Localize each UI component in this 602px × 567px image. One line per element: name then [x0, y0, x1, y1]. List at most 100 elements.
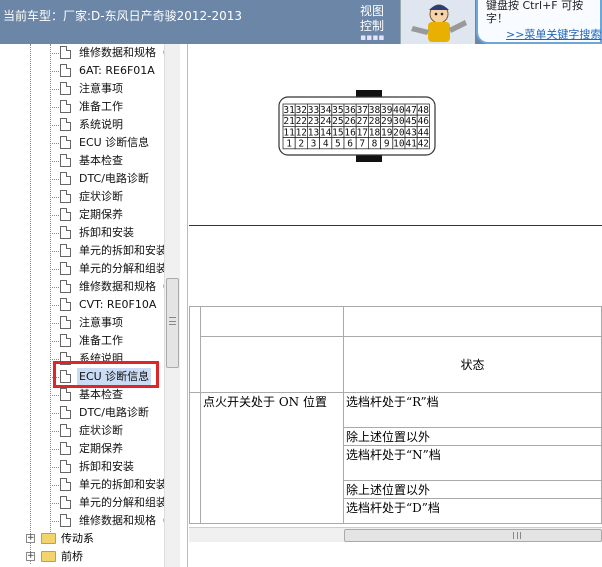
tree-connector-line — [50, 305, 59, 306]
condition-cell: 点火开关处于 ON 位置 — [200, 392, 344, 524]
shortcut-hint-panel: 键盘按 Ctrl+F 可按 字！ >>菜单关键字搜索 — [476, 0, 602, 44]
document-icon — [60, 280, 71, 293]
tree-item[interactable]: 症状诊断 — [60, 422, 170, 439]
horizontal-scroll-thumb[interactable] — [344, 529, 602, 542]
connector-pin-number: 11 — [283, 127, 295, 138]
connector-pin-number: 1 — [286, 139, 292, 150]
connector-pin-number: 28 — [369, 116, 381, 127]
tree-guide-line — [50, 44, 51, 544]
tree-category[interactable]: + 传动系 — [26, 530, 176, 548]
tree-item[interactable]: 单元的拆卸和安装 — [60, 476, 170, 493]
tree-connector-line — [50, 323, 59, 324]
tree-item[interactable]: 单元的拆卸和安装 — [60, 242, 170, 259]
tree-item[interactable]: 基本检查 — [60, 152, 170, 169]
state-cell: 选档杆处于“N”档 — [343, 445, 602, 481]
connector-pin-number: 6 — [347, 139, 353, 150]
tree-item[interactable]: 准备工作 — [60, 98, 170, 115]
tree-connector-line — [50, 413, 59, 414]
connector-pin-number: 13 — [308, 127, 319, 138]
connector-pin-number: 19 — [381, 127, 393, 138]
view-control-dots-icon: ▪▪▪▪ — [360, 33, 385, 43]
menu-keyword-search-link[interactable]: >>菜单关键字搜索 — [506, 26, 601, 42]
tree-item[interactable]: 基本检查 — [60, 386, 170, 403]
tree-item[interactable]: 6AT: RE6F01A — [60, 62, 170, 79]
connector-pin-number: 39 — [381, 105, 393, 116]
tree-item-label: 注意事项 — [79, 316, 123, 329]
document-icon — [60, 496, 71, 509]
tree-item[interactable]: 系统说明 — [60, 116, 170, 133]
expand-plus-icon[interactable]: + — [26, 552, 35, 561]
tree-item[interactable]: 定期保养 — [60, 206, 170, 223]
tree-connector-line — [50, 341, 59, 342]
tree-item[interactable]: 单元的分解和组装 — [60, 494, 170, 511]
tree-item-label: 维修数据和规格（ — [79, 514, 167, 527]
state-cell: 选档杆处于“D”档 — [343, 498, 602, 524]
tree-category[interactable]: + 前桥 — [26, 548, 176, 566]
connector-pin-number: 18 — [369, 127, 381, 138]
connector-pin-number: 41 — [405, 139, 417, 150]
connector-pin-number: 24 — [320, 116, 332, 127]
tree-item[interactable]: 注意事项 — [60, 80, 170, 97]
tree-item[interactable]: 拆卸和安装 — [60, 224, 170, 241]
tree-connector-line — [50, 71, 59, 72]
selection-highlight-box — [53, 361, 159, 388]
view-control-button[interactable]: 视图 控制 ▪▪▪▪ — [360, 4, 400, 43]
ecu-connector-diagram: 31 32 33 34 35 36 37 38 39 40 47 4821 22 23 24 25 26 27 28… — [278, 90, 436, 162]
tree-item[interactable]: DTC/电路诊断 — [60, 170, 170, 187]
content-horizontal-scrollbar[interactable] — [189, 527, 602, 542]
table-cell — [189, 392, 201, 524]
tree-category-label: 前桥 — [61, 550, 83, 563]
connector-pin-number: 38 — [369, 105, 381, 116]
tree-connector-line — [50, 161, 59, 162]
expand-plus-icon[interactable]: + — [26, 534, 35, 543]
tree-item[interactable]: 拆卸和安装 — [60, 458, 170, 475]
tree-item-label: CVT: RE0F10A — [79, 298, 157, 311]
connector-pin-number: 8 — [372, 139, 378, 150]
connector-pin-number: 48 — [418, 105, 430, 116]
document-icon — [60, 316, 71, 329]
navigation-tree: 维修数据和规格（ 6AT: RE6F01A 注意事项 准备工作 系统说明 ECU 诊断信息… — [0, 44, 188, 567]
content-pane: 31 32 33 34 35 36 37 38 39 40 47 48 21 22 23 24 25 26 27 28… — [189, 44, 602, 567]
tree-item-label: 维修数据和规格（ — [79, 46, 167, 59]
tree-connector-line — [50, 197, 59, 198]
tree-item-label: 准备工作 — [79, 100, 123, 113]
connector-pins: 31 32 33 34 35 36 37 38 39 40 47 4821 22 23 24 25 26 27 28… — [282, 103, 430, 150]
tree-item-label: 系统说明 — [79, 118, 123, 131]
tree-item[interactable]: CVT: RE0F10A — [60, 296, 170, 313]
document-icon — [60, 514, 71, 527]
connector-pin-number: 14 — [320, 127, 332, 138]
tree-item[interactable]: DTC/电路诊断 — [60, 404, 170, 421]
tree-item[interactable]: 注意事项 — [60, 314, 170, 331]
sidebar-vertical-scrollbar[interactable] — [164, 44, 180, 567]
document-icon — [60, 406, 71, 419]
tree-connector-line — [50, 107, 59, 108]
tree-item[interactable]: ECU 诊断信息 — [60, 134, 170, 151]
sidebar-scroll-thumb[interactable] — [166, 278, 179, 368]
document-icon — [60, 136, 71, 149]
tree-item-label: DTC/电路诊断 — [79, 172, 149, 185]
tree-guide-line — [30, 44, 31, 564]
tree-item[interactable]: 维修数据和规格（ — [60, 44, 170, 61]
tree-item[interactable]: 症状诊断 — [60, 188, 170, 205]
folder-icon — [41, 551, 56, 562]
document-icon — [60, 424, 71, 437]
tree-item[interactable]: 维修数据和规格（ — [60, 278, 170, 295]
tree-item[interactable]: 维修数据和规格（ — [60, 512, 170, 529]
tree-item-label: 注意事项 — [79, 82, 123, 95]
document-icon — [60, 388, 71, 401]
document-icon — [60, 226, 71, 239]
tree-item[interactable]: 定期保养 — [60, 440, 170, 457]
view-control-label-2: 控制 — [360, 19, 385, 33]
connector-pin-number: 46 — [418, 116, 430, 127]
tree-connector-line — [50, 287, 59, 288]
document-icon — [60, 262, 71, 275]
document-icon — [60, 82, 71, 95]
document-icon — [60, 100, 71, 113]
tree-connector-line — [50, 233, 59, 234]
table-cell — [343, 306, 602, 337]
tree-connector-line — [50, 467, 59, 468]
tree-item-label: DTC/电路诊断 — [79, 406, 149, 419]
tree-item-label: 基本检查 — [79, 154, 123, 167]
tree-item[interactable]: 准备工作 — [60, 332, 170, 349]
tree-item[interactable]: 单元的分解和组装 — [60, 260, 170, 277]
